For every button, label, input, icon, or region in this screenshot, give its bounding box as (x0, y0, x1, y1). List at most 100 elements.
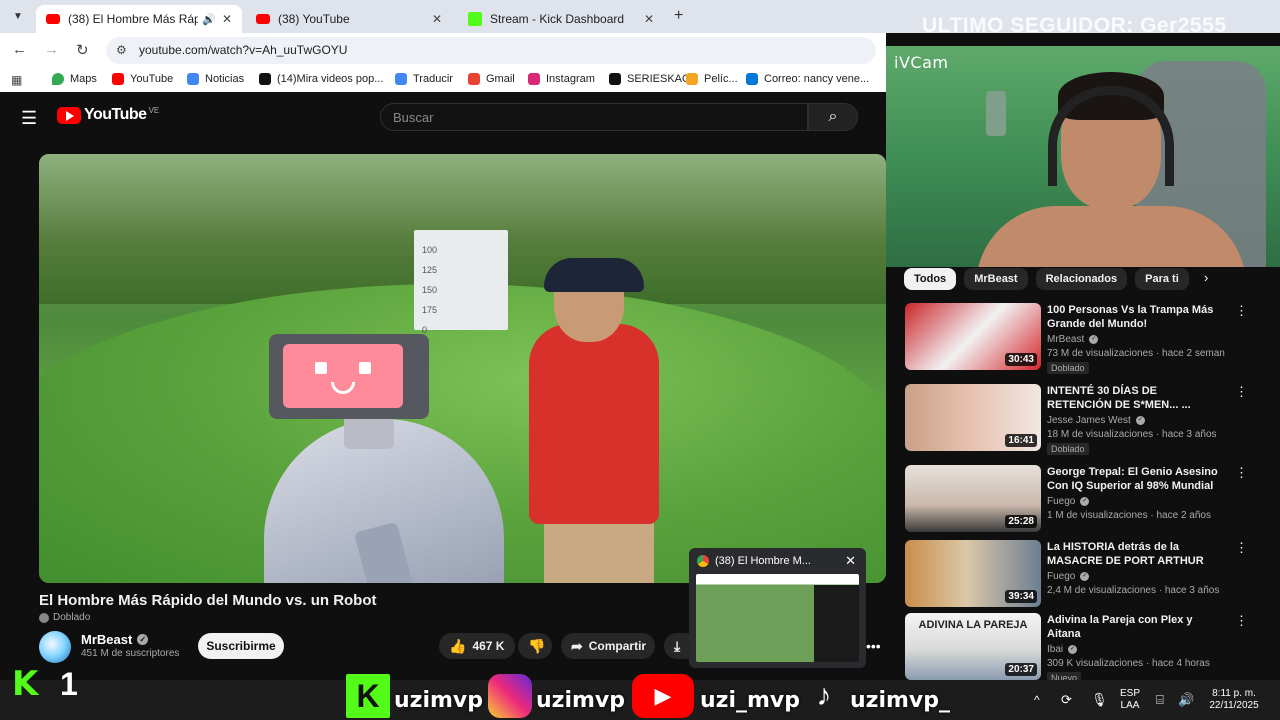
clock[interactable]: 8:11 p. m. 22/11/2025 (1206, 688, 1262, 712)
apps-grid-icon[interactable]: ▦ (11, 73, 22, 87)
tab-youtube-video[interactable]: (38) El Hombre Más Rápido 🔊 ✕ (36, 5, 242, 33)
tab-kick-dashboard[interactable]: Stream - Kick Dashboard ✕ (458, 5, 664, 33)
youtube-logo[interactable]: YouTube VE (57, 106, 159, 124)
channel-text: Fuego (1047, 571, 1076, 582)
bookmark-label: SERIESKAO (627, 73, 691, 85)
bookmark-gmail[interactable]: Gmail (468, 73, 515, 85)
recommendation-meta: 18 M de visualizaciones · hace 3 años (1047, 429, 1217, 440)
tab-search-icon[interactable]: ▼ (8, 7, 28, 27)
tiktok-social-icon: ♪ (816, 679, 832, 712)
tab-preview-popup[interactable]: (38) El Hombre M... ✕ (689, 548, 866, 668)
video-thumbnail[interactable]: 30:43 (905, 303, 1041, 370)
bookmark-tiktok[interactable]: (14)Mira videos pop... (259, 73, 383, 85)
new-tab-icon[interactable]: + (674, 7, 683, 25)
instagram-social-icon (488, 674, 532, 718)
bookmark-correo[interactable]: Correo: nancy vene... (746, 73, 869, 85)
address-bar-row: ← → ↻ ⚙ youtube.com/watch?v=Ah_uuTwGOYU (0, 33, 886, 67)
chip-para-ti[interactable]: Para ti (1135, 268, 1189, 290)
recommendation-title[interactable]: INTENTÉ 30 DÍAS DE RETENCIÓN DE S*MEN...… (1047, 384, 1219, 412)
chip-relacionados[interactable]: Relacionados (1035, 268, 1128, 290)
youtube-social-icon: ▶ (632, 674, 694, 718)
search-input[interactable]: Buscar (380, 103, 808, 131)
dubbed-badge: Doblado (39, 612, 90, 623)
site-info-icon[interactable]: ⚙ (116, 43, 127, 57)
recommendation-title[interactable]: Adivina la Pareja con Plex y Aitana (1047, 613, 1219, 641)
bookmark-noticias[interactable]: Noticias (187, 73, 244, 85)
duration-badge: 39:34 (1005, 590, 1037, 603)
channel-name[interactable]: MrBeast ✓ (81, 632, 149, 647)
bookmark-youtube[interactable]: YouTube (112, 73, 173, 85)
recommendation-item[interactable]: ADIVINA LA PAREJA 20:37 Adivina la Parej… (905, 613, 1265, 684)
more-options-icon[interactable]: ⋮ (1235, 613, 1248, 629)
microphone-icon[interactable]: 🎙 (1091, 692, 1108, 708)
more-actions-icon[interactable]: ••• (866, 638, 881, 654)
translate-icon (395, 73, 407, 85)
url-field[interactable]: ⚙ youtube.com/watch?v=Ah_uuTwGOYU (106, 37, 876, 64)
subscribe-button[interactable]: Suscribirme (198, 633, 284, 659)
recommendation-channel[interactable]: Fuego ✓ (1047, 571, 1090, 582)
maps-icon (52, 73, 64, 85)
tab-youtube-home[interactable]: (38) YouTube ✕ (246, 5, 452, 33)
chip-mrbeast[interactable]: MrBeast (964, 268, 1028, 290)
bookmark-instagram[interactable]: Instagram (528, 73, 595, 85)
recommendation-item[interactable]: 30:43 100 Personas Vs la Trampa Más Gran… (905, 303, 1265, 374)
channel-text: Fuego (1047, 496, 1076, 507)
bookmark-label: Gmail (486, 73, 515, 85)
recommendation-item[interactable]: 25:28 George Trepal: El Genio Asesino Co… (905, 465, 1265, 535)
recommendation-item[interactable]: 39:34 La HISTORIA detrás de la MASACRE D… (905, 540, 1265, 610)
recommendation-title[interactable]: 100 Personas Vs la Trampa Más Grande del… (1047, 303, 1219, 331)
back-icon[interactable]: ← (12, 41, 27, 58)
bookmark-peliculas[interactable]: Pelíc... (686, 73, 738, 85)
more-options-icon[interactable]: ⋮ (1235, 384, 1248, 400)
more-options-icon[interactable]: ⋮ (1235, 465, 1248, 481)
bookmark-label: Instagram (546, 73, 595, 85)
close-tab-icon[interactable]: ✕ (432, 12, 442, 26)
bookmark-serieskao[interactable]: SERIESKAO (609, 73, 691, 85)
search-button[interactable]: ⌕ (808, 103, 858, 131)
dislike-button[interactable]: 👎 (518, 633, 552, 659)
close-tab-icon[interactable]: ✕ (644, 12, 654, 26)
verified-icon: ✓ (1068, 645, 1078, 654)
tab-title: (38) YouTube (278, 12, 350, 26)
volume-icon[interactable]: 🔊 (1178, 692, 1194, 708)
video-thumbnail[interactable]: ADIVINA LA PAREJA 20:37 (905, 613, 1041, 680)
sync-icon[interactable]: ⟳ (1061, 692, 1072, 708)
forward-icon[interactable]: → (44, 41, 59, 58)
star-icon (686, 73, 698, 85)
youtube-play-icon (57, 106, 81, 124)
chip-todos[interactable]: Todos (904, 268, 957, 290)
language-indicator[interactable]: ESP LAA (1120, 688, 1140, 712)
robot-mouth (331, 382, 355, 394)
close-tab-icon[interactable]: ✕ (222, 12, 232, 26)
youtube-header: ☰ YouTube VE Buscar ⌕ (0, 92, 886, 142)
yardage-sign: 100 125 150 175 0 (414, 230, 508, 335)
video-thumbnail[interactable]: 16:41 (905, 384, 1041, 451)
chevron-right-icon[interactable]: › (1204, 270, 1208, 285)
youtube-favicon-icon (46, 14, 60, 24)
recommendation-title[interactable]: La HISTORIA detrás de la MASACRE DE PORT… (1047, 540, 1219, 568)
more-options-icon[interactable]: ⋮ (1235, 540, 1248, 556)
reload-icon[interactable]: ↻ (76, 41, 89, 59)
recommendation-item[interactable]: 16:41 INTENTÉ 30 DÍAS DE RETENCIÓN DE S*… (905, 384, 1265, 455)
bookmark-maps[interactable]: Maps (52, 73, 97, 85)
share-button[interactable]: ➦ Compartir (561, 633, 655, 659)
more-options-icon[interactable]: ⋮ (1235, 303, 1248, 319)
chevron-up-icon[interactable]: ^ (1034, 693, 1040, 707)
video-title: El Hombre Más Rápido del Mundo vs. un Ro… (39, 592, 377, 609)
hamburger-menu-icon[interactable]: ☰ (21, 108, 37, 129)
recommendation-title[interactable]: George Trepal: El Genio Asesino Con IQ S… (1047, 465, 1219, 493)
recommendation-channel[interactable]: MrBeast ✓ (1047, 334, 1099, 345)
url-text: youtube.com/watch?v=Ah_uuTwGOYU (139, 43, 348, 57)
recommendation-channel[interactable]: Jesse James West ✓ (1047, 415, 1145, 426)
speaker-icon[interactable]: 🔊 (202, 13, 216, 26)
recommendation-channel[interactable]: Fuego ✓ (1047, 496, 1090, 507)
video-thumbnail[interactable]: 25:28 (905, 465, 1041, 532)
close-icon[interactable]: ✕ (845, 553, 856, 569)
recommendation-channel[interactable]: Ibai ✓ (1047, 644, 1078, 655)
channel-avatar[interactable] (39, 631, 71, 663)
video-player[interactable]: 100 125 150 175 0 (39, 154, 886, 583)
video-thumbnail[interactable]: 39:34 (905, 540, 1041, 607)
like-button[interactable]: 👍 467 K (439, 633, 515, 659)
bookmark-traducir[interactable]: Traducir (395, 73, 453, 85)
network-icon[interactable]: ⌸ (1156, 692, 1164, 708)
